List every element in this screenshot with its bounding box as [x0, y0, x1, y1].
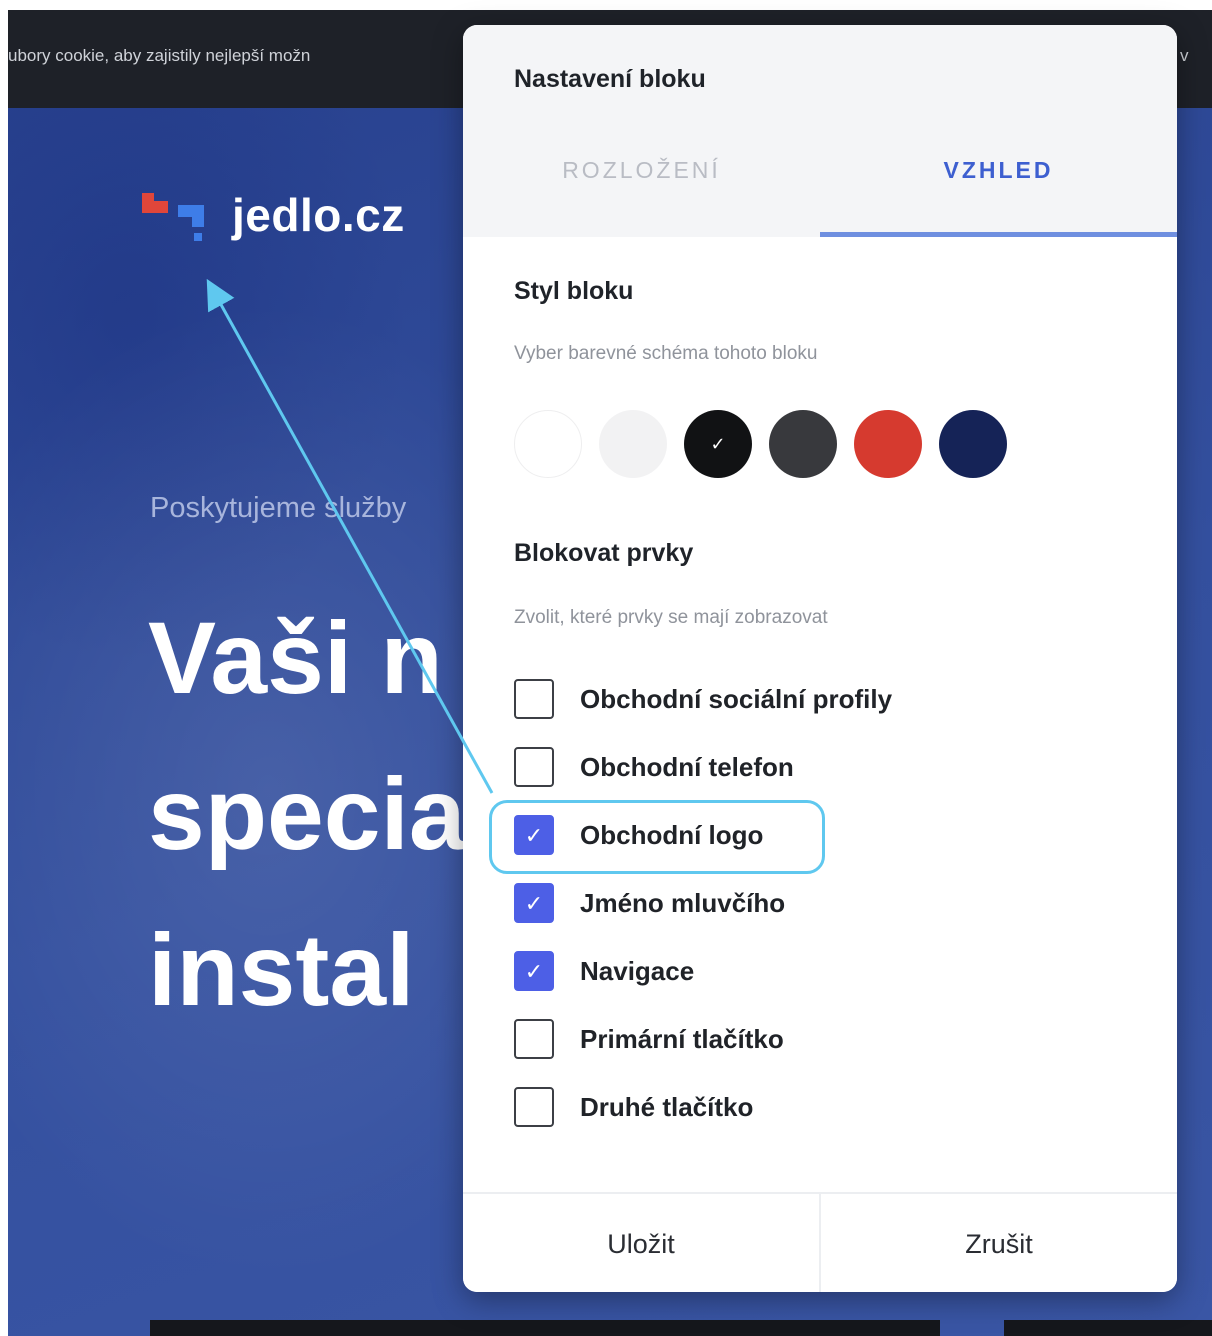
hero-heading-line: Vaši n [148, 601, 443, 715]
checkbox-checked[interactable]: ✓ [514, 815, 554, 855]
modal-header: Nastavení bloku ROZLOŽENÍ VZHLED [463, 25, 1177, 237]
save-button[interactable]: Uložit [463, 1194, 821, 1292]
active-tab-indicator [820, 232, 1177, 237]
block-style-description: Vyber barevné schéma tohoto bloku [514, 343, 818, 364]
color-swatch-navy[interactable] [939, 410, 1007, 478]
check-icon: ✓ [524, 891, 544, 916]
checkbox[interactable] [514, 1087, 554, 1127]
checkbox-row-phone[interactable]: Obchodní telefon [514, 745, 794, 789]
check-icon: ✓ [524, 823, 544, 848]
check-icon: ✓ [524, 959, 544, 984]
modal-title: Nastavení bloku [514, 65, 706, 93]
modal-footer: Uložit Zrušit [463, 1192, 1177, 1292]
checkbox[interactable] [514, 1019, 554, 1059]
block-elements-title: Blokovat prvky [514, 539, 694, 567]
checkbox-row-primary-button[interactable]: Primární tlačítko [514, 1017, 784, 1061]
tab-appearance[interactable]: VZHLED [820, 150, 1177, 240]
hero-heading: Vaši n specia instal [148, 580, 466, 1048]
checkbox-label: Obchodní sociální profily [580, 683, 893, 714]
checkbox-label: Navigace [580, 955, 695, 986]
block-style-title: Styl bloku [514, 277, 634, 305]
checkbox-label: Druhé tlačítko [580, 1091, 754, 1122]
block-settings-modal: Nastavení bloku ROZLOŽENÍ VZHLED Styl bl… [463, 25, 1177, 1292]
site-logo[interactable]: jedlo.cz [142, 185, 405, 245]
logo-wordmark: jedlo.cz [232, 189, 405, 241]
color-swatch-dark-gray[interactable] [769, 410, 837, 478]
checkbox-label: Jméno mluvčího [580, 887, 786, 918]
cancel-button[interactable]: Zrušit [821, 1194, 1177, 1292]
hero-heading-line: instal [148, 913, 415, 1027]
color-swatch-white[interactable] [514, 410, 582, 478]
color-swatch-light-gray[interactable] [599, 410, 667, 478]
checkbox-checked[interactable]: ✓ [514, 951, 554, 991]
hero-eyebrow: Poskytujeme služby [150, 492, 407, 524]
checkbox-label: Obchodní telefon [580, 751, 794, 782]
tab-layout[interactable]: ROZLOŽENÍ [463, 150, 820, 240]
cookie-banner-text: ubory cookie, aby zajistily nejlepší mož… [8, 46, 311, 65]
checkbox-label: Obchodní logo [580, 819, 764, 850]
check-icon: ✓ [710, 434, 726, 454]
bottom-dark-strip [150, 1320, 940, 1336]
color-swatch-red[interactable] [854, 410, 922, 478]
block-elements-description: Zvolit, které prvky se mají zobrazovat [514, 607, 828, 628]
cookie-banner-text-end: v [1180, 46, 1189, 65]
checkbox-checked[interactable]: ✓ [514, 883, 554, 923]
checkbox[interactable] [514, 747, 554, 787]
checkbox-row-social-profiles[interactable]: Obchodní sociální profily [514, 677, 892, 721]
checkbox[interactable] [514, 679, 554, 719]
checkbox-row-logo[interactable]: ✓ Obchodní logo [514, 813, 763, 857]
bottom-dark-strip [1004, 1320, 1212, 1336]
hero-heading-line: specia [148, 757, 466, 871]
checkbox-row-secondary-button[interactable]: Druhé tlačítko [514, 1085, 753, 1129]
checkbox-row-speaker-name[interactable]: ✓ Jméno mluvčího [514, 881, 785, 925]
checkbox-label: Primární tlačítko [580, 1023, 784, 1054]
checkbox-row-navigation[interactable]: ✓ Navigace [514, 949, 694, 993]
logo-mark-icon [142, 185, 206, 245]
color-swatch-black[interactable]: ✓ [684, 410, 752, 478]
